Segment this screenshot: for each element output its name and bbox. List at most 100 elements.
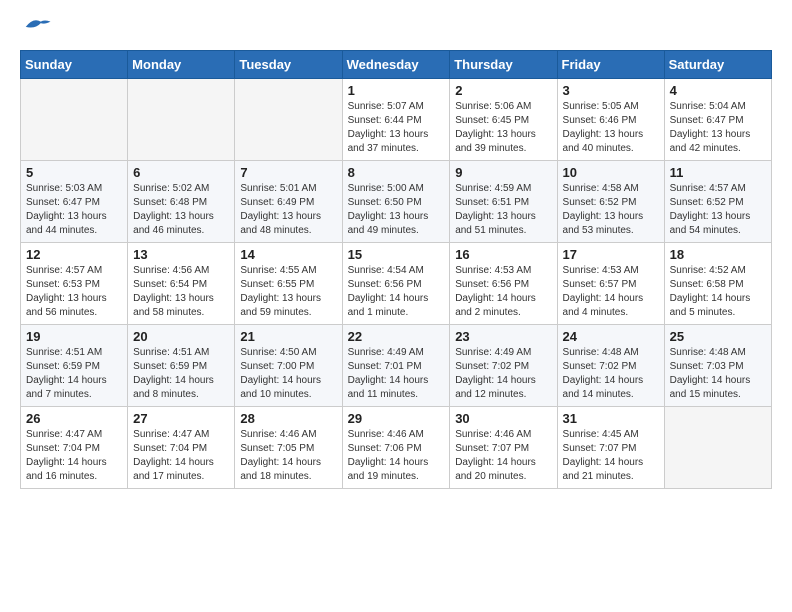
day-number: 28 (240, 411, 336, 426)
calendar-cell: 6 Sunrise: 5:02 AM Sunset: 6:48 PM Daylig… (128, 161, 235, 243)
calendar-week-row: 19Sunrise: 4:51 AM Sunset: 6:59 PM Dayli… (21, 325, 772, 407)
calendar-cell: 22 Sunrise: 4:49 AM Sunset: 7:01 PM Dayli… (342, 325, 450, 407)
calendar-cell: 8 Sunrise: 5:00 AM Sunset: 6:50 PM Daylig… (342, 161, 450, 243)
day-info: Sunrise: 4:53 AM Sunset: 6:56 PM Dayligh… (455, 264, 551, 320)
calendar-cell: 2 Sunrise: 5:06 AM Sunset: 6:45 PM Daylig… (450, 79, 557, 161)
calendar-week-row: 26Sunrise: 4:47 AM Sunset: 7:04 PM Dayli… (21, 407, 772, 489)
day-info: Sunrise: 5:00 AM Sunset: 6:50 PM Dayligh… (348, 182, 445, 238)
day-number: 4 (670, 83, 766, 98)
day-info: Sunrise: 4:46 AM Sunset: 7:06 PM Dayligh… (348, 428, 445, 484)
day-info: Sunrise: 5:07 AM Sunset: 6:44 PM Dayligh… (348, 100, 445, 156)
day-number: 23 (455, 329, 551, 344)
day-number: 31 (563, 411, 659, 426)
calendar-cell (21, 79, 128, 161)
day-info: Sunrise: 4:54 AM Sunset: 6:56 PM Dayligh… (348, 264, 445, 320)
day-info: Sunrise: 4:51 AM Sunset: 6:59 PM Dayligh… (26, 346, 122, 402)
calendar-cell: 18 Sunrise: 4:52 AM Sunset: 6:58 PM Dayli… (664, 243, 771, 325)
calendar-cell: 15 Sunrise: 4:54 AM Sunset: 6:56 PM Dayli… (342, 243, 450, 325)
day-number: 30 (455, 411, 551, 426)
page-header (20, 20, 772, 35)
day-number: 20 (133, 329, 229, 344)
day-info: Sunrise: 4:56 AM Sunset: 6:54 PM Dayligh… (133, 264, 229, 320)
calendar-cell: 10 Sunrise: 4:58 AM Sunset: 6:52 PM Dayli… (557, 161, 664, 243)
weekday-header-saturday: Saturday (664, 51, 771, 79)
day-number: 18 (670, 247, 766, 262)
calendar-cell: 25Sunrise: 4:48 AM Sunset: 7:03 PM Dayli… (664, 325, 771, 407)
day-number: 1 (348, 83, 445, 98)
calendar-cell: 3 Sunrise: 5:05 AM Sunset: 6:46 PM Daylig… (557, 79, 664, 161)
calendar-cell: 13 Sunrise: 4:56 AM Sunset: 6:54 PM Dayli… (128, 243, 235, 325)
day-info: Sunrise: 4:52 AM Sunset: 6:58 PM Dayligh… (670, 264, 766, 320)
day-info: Sunrise: 4:47 AM Sunset: 7:04 PM Dayligh… (26, 428, 122, 484)
weekday-header-monday: Monday (128, 51, 235, 79)
calendar-cell (664, 407, 771, 489)
day-number: 6 (133, 165, 229, 180)
calendar-cell: 23 Sunrise: 4:49 AM Sunset: 7:02 PM Dayli… (450, 325, 557, 407)
calendar-cell: 11 Sunrise: 4:57 AM Sunset: 6:52 PM Dayli… (664, 161, 771, 243)
day-info: Sunrise: 4:59 AM Sunset: 6:51 PM Dayligh… (455, 182, 551, 238)
calendar-cell: 29 Sunrise: 4:46 AM Sunset: 7:06 PM Dayli… (342, 407, 450, 489)
calendar-cell: 31Sunrise: 4:45 AM Sunset: 7:07 PM Dayli… (557, 407, 664, 489)
day-number: 13 (133, 247, 229, 262)
day-number: 14 (240, 247, 336, 262)
calendar-cell: 21 Sunrise: 4:50 AM Sunset: 7:00 PM Dayli… (235, 325, 342, 407)
day-number: 11 (670, 165, 766, 180)
calendar-cell: 14 Sunrise: 4:55 AM Sunset: 6:55 PM Dayli… (235, 243, 342, 325)
calendar-cell: 17Sunrise: 4:53 AM Sunset: 6:57 PM Dayli… (557, 243, 664, 325)
calendar-cell: 20 Sunrise: 4:51 AM Sunset: 6:59 PM Dayli… (128, 325, 235, 407)
day-number: 3 (563, 83, 659, 98)
day-number: 12 (26, 247, 122, 262)
day-info: Sunrise: 4:46 AM Sunset: 7:07 PM Dayligh… (455, 428, 551, 484)
day-number: 7 (240, 165, 336, 180)
day-number: 21 (240, 329, 336, 344)
weekday-header-sunday: Sunday (21, 51, 128, 79)
day-info: Sunrise: 5:04 AM Sunset: 6:47 PM Dayligh… (670, 100, 766, 156)
day-info: Sunrise: 4:49 AM Sunset: 7:01 PM Dayligh… (348, 346, 445, 402)
day-info: Sunrise: 4:57 AM Sunset: 6:52 PM Dayligh… (670, 182, 766, 238)
day-number: 25 (670, 329, 766, 344)
weekday-header-tuesday: Tuesday (235, 51, 342, 79)
calendar-cell: 5Sunrise: 5:03 AM Sunset: 6:47 PM Daylig… (21, 161, 128, 243)
calendar-cell: 1 Sunrise: 5:07 AM Sunset: 6:44 PM Daylig… (342, 79, 450, 161)
day-number: 22 (348, 329, 445, 344)
day-info: Sunrise: 5:05 AM Sunset: 6:46 PM Dayligh… (563, 100, 659, 156)
day-info: Sunrise: 5:02 AM Sunset: 6:48 PM Dayligh… (133, 182, 229, 238)
calendar-cell: 12 Sunrise: 4:57 AM Sunset: 6:53 PM Dayli… (21, 243, 128, 325)
day-number: 24 (563, 329, 659, 344)
day-info: Sunrise: 4:53 AM Sunset: 6:57 PM Dayligh… (563, 264, 659, 320)
day-number: 27 (133, 411, 229, 426)
calendar-cell: 26Sunrise: 4:47 AM Sunset: 7:04 PM Dayli… (21, 407, 128, 489)
day-info: Sunrise: 4:57 AM Sunset: 6:53 PM Dayligh… (26, 264, 122, 320)
day-info: Sunrise: 4:47 AM Sunset: 7:04 PM Dayligh… (133, 428, 229, 484)
day-info: Sunrise: 4:50 AM Sunset: 7:00 PM Dayligh… (240, 346, 336, 402)
day-info: Sunrise: 4:48 AM Sunset: 7:02 PM Dayligh… (563, 346, 659, 402)
calendar-cell: 16Sunrise: 4:53 AM Sunset: 6:56 PM Dayli… (450, 243, 557, 325)
calendar-week-row: 12 Sunrise: 4:57 AM Sunset: 6:53 PM Dayli… (21, 243, 772, 325)
day-info: Sunrise: 4:58 AM Sunset: 6:52 PM Dayligh… (563, 182, 659, 238)
calendar-cell (128, 79, 235, 161)
day-number: 9 (455, 165, 551, 180)
calendar-cell: 30 Sunrise: 4:46 AM Sunset: 7:07 PM Dayli… (450, 407, 557, 489)
calendar-week-row: 1 Sunrise: 5:07 AM Sunset: 6:44 PM Daylig… (21, 79, 772, 161)
calendar-cell: 9 Sunrise: 4:59 AM Sunset: 6:51 PM Daylig… (450, 161, 557, 243)
day-number: 2 (455, 83, 551, 98)
calendar-cell: 27 Sunrise: 4:47 AM Sunset: 7:04 PM Dayli… (128, 407, 235, 489)
day-number: 8 (348, 165, 445, 180)
day-info: Sunrise: 4:49 AM Sunset: 7:02 PM Dayligh… (455, 346, 551, 402)
day-number: 10 (563, 165, 659, 180)
weekday-header-wednesday: Wednesday (342, 51, 450, 79)
day-info: Sunrise: 4:55 AM Sunset: 6:55 PM Dayligh… (240, 264, 336, 320)
day-number: 29 (348, 411, 445, 426)
calendar-table: SundayMondayTuesdayWednesdayThursdayFrid… (20, 50, 772, 489)
calendar-week-row: 5Sunrise: 5:03 AM Sunset: 6:47 PM Daylig… (21, 161, 772, 243)
day-number: 15 (348, 247, 445, 262)
calendar-cell (235, 79, 342, 161)
day-info: Sunrise: 5:06 AM Sunset: 6:45 PM Dayligh… (455, 100, 551, 156)
logo (20, 20, 52, 35)
calendar-cell: 4 Sunrise: 5:04 AM Sunset: 6:47 PM Daylig… (664, 79, 771, 161)
weekday-header-thursday: Thursday (450, 51, 557, 79)
day-info: Sunrise: 4:51 AM Sunset: 6:59 PM Dayligh… (133, 346, 229, 402)
day-info: Sunrise: 4:46 AM Sunset: 7:05 PM Dayligh… (240, 428, 336, 484)
weekday-header-friday: Friday (557, 51, 664, 79)
calendar-cell: 24 Sunrise: 4:48 AM Sunset: 7:02 PM Dayli… (557, 325, 664, 407)
